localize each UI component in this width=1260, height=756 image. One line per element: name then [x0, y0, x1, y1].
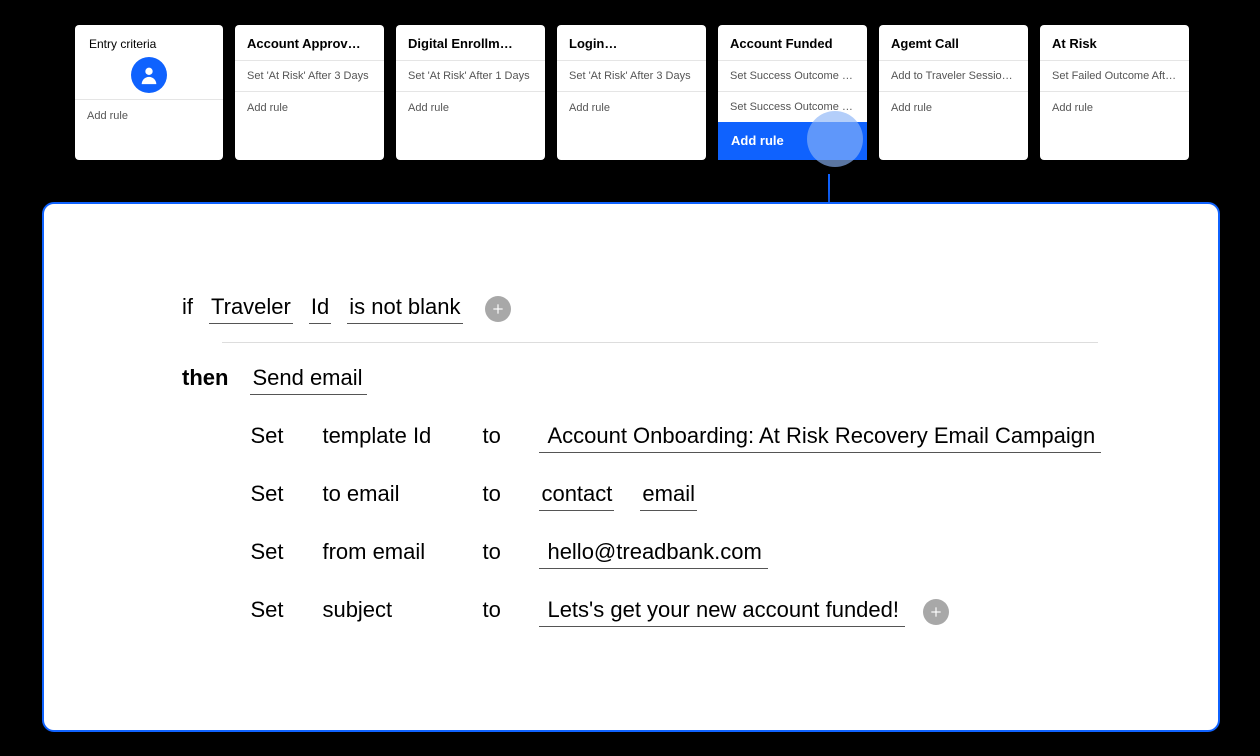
stage-title: Account Funded — [718, 25, 867, 60]
to-keyword: to — [482, 539, 539, 565]
stage-card: Login…Set 'At Risk' After 3 DaysAdd rule — [557, 25, 706, 160]
rule-line[interactable]: Set Success Outcome (Acc… — [718, 60, 867, 91]
set-field-name: subject — [322, 597, 482, 623]
condition-token-op[interactable]: is not blank — [347, 294, 462, 324]
then-content: Send email Settemplate IdtoAccount Onboa… — [250, 365, 1218, 627]
set-field-name: from email — [322, 539, 482, 565]
stage-card: Account Approv…Set 'At Risk' After 3 Day… — [235, 25, 384, 160]
set-field-name: to email — [322, 481, 482, 507]
add-rule-button[interactable]: Add rule — [879, 91, 1028, 125]
rule-line[interactable]: Set 'At Risk' After 1 Days — [396, 60, 545, 91]
value-tokens: contact email — [539, 481, 697, 511]
set-row: Setto emailtocontact email — [250, 481, 1218, 511]
add-rule-button[interactable]: Add rule — [75, 99, 223, 133]
value-input[interactable]: hello@treadbank.com — [539, 539, 767, 569]
to-keyword: to — [482, 597, 539, 623]
if-keyword: if — [182, 294, 193, 320]
add-condition-button[interactable] — [485, 296, 511, 322]
plus-icon — [491, 302, 505, 316]
then-block: then Send email Settemplate IdtoAccount … — [44, 365, 1218, 627]
action-selector[interactable]: Send email — [250, 365, 366, 395]
stage-title: Account Approv… — [235, 25, 384, 60]
if-row: if Traveler Id is not blank — [44, 294, 1218, 332]
condition-token-attr[interactable]: Id — [309, 294, 331, 324]
rule-editor-panel: if Traveler Id is not blank then Send em… — [42, 202, 1220, 732]
add-rule-button[interactable]: Add rule — [396, 91, 545, 125]
stage-card: Agemt CallAdd to Traveler Session: JourA… — [879, 25, 1028, 160]
set-keyword: Set — [250, 423, 322, 449]
set-keyword: Set — [250, 481, 322, 507]
rule-line[interactable]: Set 'At Risk' After 3 Days — [557, 60, 706, 91]
set-field-name: template Id — [322, 423, 482, 449]
rule-line[interactable]: Set 'At Risk' After 3 Days — [235, 60, 384, 91]
connector-line — [828, 174, 830, 203]
stage-title: Entry criteria — [75, 25, 223, 55]
stage-title: Agemt Call — [879, 25, 1028, 60]
stage-title: At Risk — [1040, 25, 1189, 60]
rule-line[interactable]: Set Success Outcome (Acc… — [718, 91, 867, 122]
rule-divider — [222, 342, 1098, 343]
set-keyword: Set — [250, 597, 322, 623]
to-keyword: to — [482, 423, 539, 449]
person-icon — [131, 57, 167, 93]
add-set-line-button[interactable] — [923, 599, 949, 625]
add-rule-button-active[interactable]: Add rule — [718, 122, 867, 160]
to-keyword: to — [482, 481, 539, 507]
rule-line[interactable]: Add to Traveler Session: Jour — [879, 60, 1028, 91]
value-input[interactable]: Lets's get your new account funded! — [539, 597, 905, 627]
value-input[interactable]: Account Onboarding: At Risk Recovery Ema… — [539, 423, 1101, 453]
plus-icon — [929, 605, 943, 619]
set-row: Settemplate IdtoAccount Onboarding: At R… — [250, 423, 1218, 453]
set-keyword: Set — [250, 539, 322, 565]
set-row: SetsubjecttoLets's get your new account … — [250, 597, 1218, 627]
condition-token-entity[interactable]: Traveler — [209, 294, 293, 324]
stage-title: Login… — [557, 25, 706, 60]
then-keyword: then — [182, 365, 228, 627]
set-row: Setfrom emailtohello@treadbank.com — [250, 539, 1218, 569]
stage-card: At RiskSet Failed Outcome After 30Add ru… — [1040, 25, 1189, 160]
value-token[interactable]: contact — [539, 481, 614, 511]
add-rule-button[interactable]: Add rule — [235, 91, 384, 125]
stage-card: Digital Enrollm…Set 'At Risk' After 1 Da… — [396, 25, 545, 160]
add-rule-button[interactable]: Add rule — [1040, 91, 1189, 125]
rule-line[interactable]: Set Failed Outcome After 30 — [1040, 60, 1189, 91]
stage-card: Account FundedSet Success Outcome (Acc…S… — [718, 25, 867, 160]
stages-row: Entry criteriaAdd ruleAccount Approv…Set… — [0, 0, 1260, 160]
add-rule-button[interactable]: Add rule — [557, 91, 706, 125]
value-token[interactable]: email — [640, 481, 697, 511]
stage-title: Digital Enrollm… — [396, 25, 545, 60]
stage-card: Entry criteria Add rule — [75, 25, 223, 160]
